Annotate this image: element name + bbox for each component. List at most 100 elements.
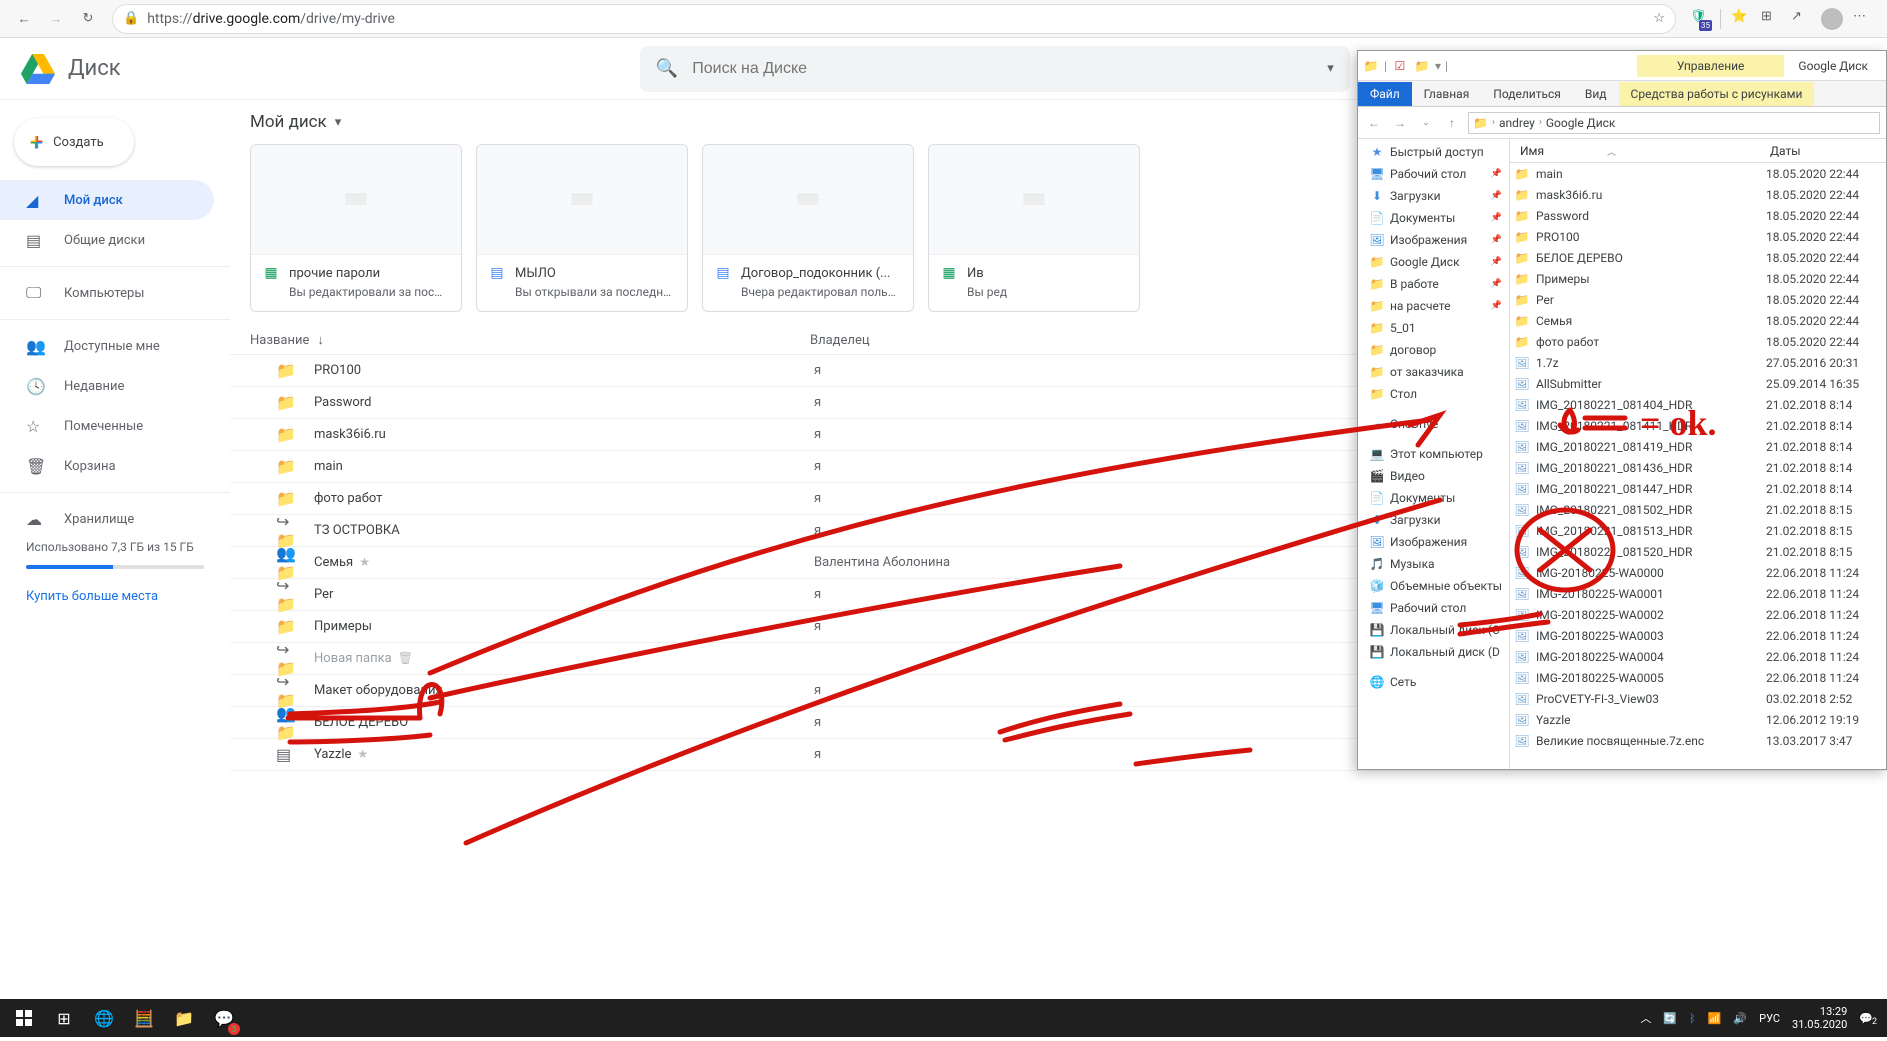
tree-item-1[interactable]: 🖥Рабочий стол📌 xyxy=(1358,163,1509,185)
ex-file-row-16[interactable]: 🖼IMG_20180221_081502_HDR21.02.2018 8:15 xyxy=(1510,499,1886,520)
whatsapp-taskbar-icon[interactable]: 💬3 xyxy=(204,999,244,1037)
sidebar-item-2[interactable]: 🖵Компьютеры xyxy=(0,273,214,313)
tray-language[interactable]: РУС xyxy=(1759,1012,1780,1025)
favorites-icon[interactable]: ⭐ xyxy=(1731,9,1751,29)
tree-item-22[interactable]: 🖥Рабочий стол xyxy=(1358,597,1509,619)
ribbon-manage-tab[interactable]: Управление xyxy=(1637,55,1785,77)
ex-file-row-9[interactable]: 🖼1.7z27.05.2016 20:31 xyxy=(1510,352,1886,373)
search-input[interactable] xyxy=(692,60,1327,78)
suggestion-card-0[interactable]: ▒▒▒ ▦прочие пароли Вы редактировали за п… xyxy=(250,144,462,312)
qat-check-icon[interactable]: ☑ xyxy=(1391,57,1409,75)
address-bar[interactable]: 🔒 https://drive.google.com/drive/my-driv… xyxy=(112,4,1676,34)
ex-file-row-21[interactable]: 🖼IMG-20180225-WA000222.06.2018 11:24 xyxy=(1510,604,1886,625)
drive-logo-icon[interactable] xyxy=(18,49,58,89)
ex-file-row-25[interactable]: 🖼ProCVETY-FI-3_View0303.02.2018 2:52 xyxy=(1510,688,1886,709)
sidebar-item-0[interactable]: ◢Мой диск xyxy=(0,180,214,220)
tree-item-16[interactable]: 🎬Видео xyxy=(1358,465,1509,487)
ex-file-row-14[interactable]: 🖼IMG_20180221_081436_HDR21.02.2018 8:14 xyxy=(1510,457,1886,478)
tree-item-6[interactable]: 📁В работе📌 xyxy=(1358,273,1509,295)
ex-file-row-6[interactable]: 📁Per18.05.2020 22:44 xyxy=(1510,289,1886,310)
tree-item-23[interactable]: 💾Локальный диск (C xyxy=(1358,619,1509,641)
reload-button[interactable]: ↻ xyxy=(72,3,104,35)
tree-item-7[interactable]: 📁на расчете📌 xyxy=(1358,295,1509,317)
tree-item-26[interactable]: 🌐Сеть xyxy=(1358,671,1509,693)
collections-icon[interactable]: ⊞ xyxy=(1761,9,1781,29)
ex-file-row-5[interactable]: 📁Примеры18.05.2020 22:44 xyxy=(1510,268,1886,289)
delete-icon[interactable]: 🗑 xyxy=(398,651,413,665)
ex-file-row-4[interactable]: 📁БЕЛОЕ ДЕРЕВО18.05.2020 22:44 xyxy=(1510,247,1886,268)
breadcrumb-dropdown-icon[interactable]: ▾ xyxy=(335,115,342,130)
ex-file-row-3[interactable]: 📁PRO10018.05.2020 22:44 xyxy=(1510,226,1886,247)
ex-forward-button[interactable]: → xyxy=(1390,116,1410,130)
ex-up-button[interactable]: ↑ xyxy=(1442,116,1462,130)
ex-file-row-8[interactable]: 📁фото работ18.05.2020 22:44 xyxy=(1510,331,1886,352)
tree-item-11[interactable]: 📁Стол xyxy=(1358,383,1509,405)
profile-avatar[interactable] xyxy=(1821,8,1843,30)
tree-item-17[interactable]: 📄Документы xyxy=(1358,487,1509,509)
ex-file-row-18[interactable]: 🖼IMG_20180221_081520_HDR21.02.2018 8:15 xyxy=(1510,541,1886,562)
ex-col-name[interactable]: Имя ︿ xyxy=(1510,144,1760,158)
buy-storage-link[interactable]: Купить больше места xyxy=(0,579,230,614)
storage-nav[interactable]: ☁ Хранилище xyxy=(0,499,214,539)
ribbon-tab-1[interactable]: Главная xyxy=(1412,82,1482,106)
tree-item-3[interactable]: 📄Документы📌 xyxy=(1358,207,1509,229)
ex-file-row-0[interactable]: 📁main18.05.2020 22:44 xyxy=(1510,163,1886,184)
ex-file-row-13[interactable]: 🖼IMG_20180221_081419_HDR21.02.2018 8:14 xyxy=(1510,436,1886,457)
ex-file-row-23[interactable]: 🖼IMG-20180225-WA000422.06.2018 11:24 xyxy=(1510,646,1886,667)
sidebar-item-4[interactable]: 🕓Недавние xyxy=(0,366,214,406)
explorer-titlebar[interactable]: 📁 | ☑ 📁 ▾ | Управление Google Диск xyxy=(1358,51,1886,81)
create-button[interactable]: + Создать xyxy=(14,118,134,166)
breadcrumb[interactable]: Мой диск xyxy=(250,112,327,132)
qat-folder-icon[interactable]: 📁 xyxy=(1413,57,1431,75)
tree-item-13[interactable]: ☁OneDrive xyxy=(1358,413,1509,435)
ex-file-row-12[interactable]: 🖼IMG_20180221_081411_HDR21.02.2018 8:14 xyxy=(1510,415,1886,436)
tree-item-15[interactable]: 💻Этот компьютер xyxy=(1358,443,1509,465)
tree-item-4[interactable]: 🖼Изображения📌 xyxy=(1358,229,1509,251)
ex-file-row-2[interactable]: 📁Password18.05.2020 22:44 xyxy=(1510,205,1886,226)
ex-file-row-7[interactable]: 📁Семья18.05.2020 22:44 xyxy=(1510,310,1886,331)
ex-file-row-15[interactable]: 🖼IMG_20180221_081447_HDR21.02.2018 8:14 xyxy=(1510,478,1886,499)
tree-item-0[interactable]: ★Быстрый доступ xyxy=(1358,141,1509,163)
sidebar-item-1[interactable]: ▤Общие диски xyxy=(0,220,214,260)
ex-back-button[interactable]: ← xyxy=(1364,116,1384,130)
tray-clock[interactable]: 13:29 31.05.2020 xyxy=(1792,1005,1847,1031)
back-button[interactable]: ← xyxy=(8,3,40,35)
sidebar-item-3[interactable]: 👥Доступные мне xyxy=(0,326,214,366)
tree-item-2[interactable]: ⬇Загрузки📌 xyxy=(1358,185,1509,207)
tray-sync-icon[interactable]: 🔄 xyxy=(1663,1012,1677,1025)
tree-item-5[interactable]: 📁Google Диск📌 xyxy=(1358,251,1509,273)
explorer-taskbar-icon[interactable]: 📁 xyxy=(164,999,204,1037)
ribbon-tab-3[interactable]: Вид xyxy=(1573,82,1619,106)
tree-item-20[interactable]: 🎵Музыка xyxy=(1358,553,1509,575)
ex-file-row-24[interactable]: 🖼IMG-20180225-WA000522.06.2018 11:24 xyxy=(1510,667,1886,688)
tree-item-18[interactable]: ⬇Загрузки xyxy=(1358,509,1509,531)
ex-file-row-26[interactable]: 🖼Yazzle12.06.2012 19:19 xyxy=(1510,709,1886,730)
extension-tabs-icon[interactable]: 🛡35 xyxy=(1690,9,1710,29)
ex-file-row-27[interactable]: 🖼Великие посвященные.7z.enc13.03.2017 3:… xyxy=(1510,730,1886,751)
suggestion-card-3[interactable]: ▒▒▒ ▦Ив Вы ред xyxy=(928,144,1140,312)
ribbon-tab-0[interactable]: Файл xyxy=(1358,82,1412,106)
tree-item-9[interactable]: 📁договор xyxy=(1358,339,1509,361)
tray-hidden-icons[interactable]: ︿ xyxy=(1640,1010,1651,1026)
tray-notifications[interactable]: 💬2 xyxy=(1859,1012,1873,1025)
tray-sound-icon[interactable]: 🔊 xyxy=(1733,1012,1747,1025)
tree-item-8[interactable]: 📁5_01 xyxy=(1358,317,1509,339)
tray-bluetooth-icon[interactable]: ᛒ xyxy=(1689,1012,1696,1025)
tree-item-19[interactable]: 🖼Изображения xyxy=(1358,531,1509,553)
ex-file-row-20[interactable]: 🖼IMG-20180225-WA000122.06.2018 11:24 xyxy=(1510,583,1886,604)
tree-item-10[interactable]: 📁от заказчика xyxy=(1358,361,1509,383)
task-view-button[interactable]: ⊞ xyxy=(44,999,84,1037)
ex-file-row-10[interactable]: 🖼AllSubmitter25.09.2014 16:35 xyxy=(1510,373,1886,394)
bookmark-star-icon[interactable]: ☆ xyxy=(1653,11,1665,26)
ex-history-dropdown[interactable]: ⌄ xyxy=(1416,118,1436,128)
suggestion-card-2[interactable]: ▒▒▒ ▤Договор_подоконник (... Вчера редак… xyxy=(702,144,914,312)
search-box[interactable]: 🔍 ▾ xyxy=(640,46,1350,92)
edge-taskbar-icon[interactable]: 🌐 xyxy=(84,999,124,1037)
ex-file-row-22[interactable]: 🖼IMG-20180225-WA000322.06.2018 11:24 xyxy=(1510,625,1886,646)
sidebar-item-6[interactable]: 🗑Корзина xyxy=(0,446,214,486)
column-name[interactable]: Название↓ xyxy=(250,332,810,348)
column-owner[interactable]: Владелец xyxy=(810,333,1010,348)
tray-wifi-icon[interactable]: 📶 xyxy=(1708,1012,1722,1025)
ex-file-row-19[interactable]: 🖼IMG-20180225-WA000022.06.2018 11:24 xyxy=(1510,562,1886,583)
share-icon[interactable]: ↗ xyxy=(1791,9,1811,29)
